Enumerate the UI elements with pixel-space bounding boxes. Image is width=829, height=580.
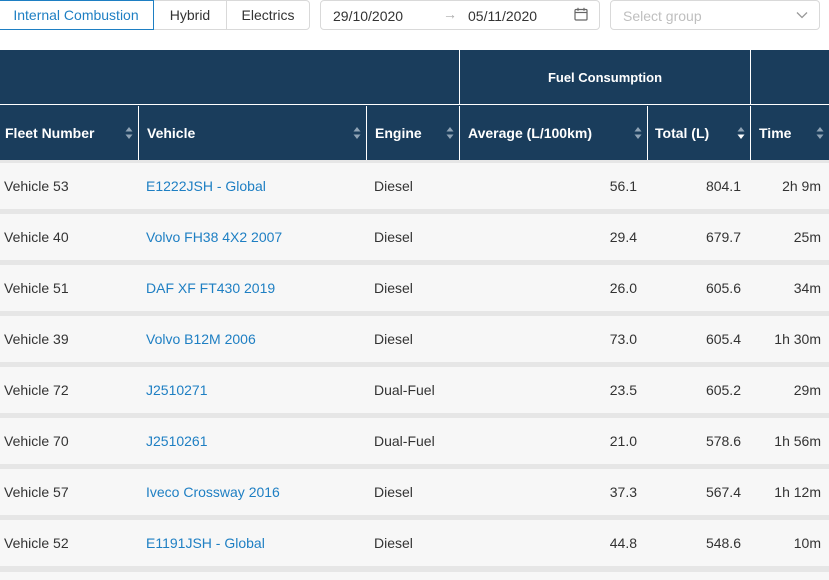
total-cell: 548.6 (705, 535, 741, 551)
chevron-down-icon (796, 12, 808, 19)
time-cell: 34m (793, 280, 821, 296)
sort-icon[interactable] (816, 125, 824, 141)
total-cell: 679.7 (705, 229, 741, 245)
table-row-partial (0, 572, 829, 580)
column-header-label: Fleet Number (5, 125, 95, 141)
column-header-label: Vehicle (147, 125, 196, 141)
total-cell: 804.1 (705, 178, 741, 194)
column-header-vehicle[interactable]: Vehicle (139, 106, 367, 160)
end-date-input[interactable]: 05/11/2020 (468, 8, 537, 24)
table-row[interactable]: Vehicle 70 J2510261 Dual-Fuel 21.0 578.6… (0, 418, 829, 464)
engine-cell: Dual-Fuel (374, 433, 435, 449)
column-header-average[interactable]: Average (L/100km) (460, 106, 648, 160)
group-select[interactable]: Select group (610, 0, 820, 30)
vehicle-link[interactable]: J2510261 (146, 418, 208, 464)
start-date-input[interactable]: 29/10/2020 (333, 8, 403, 24)
time-cell: 1h 56m (774, 433, 821, 449)
sort-icon[interactable] (634, 125, 642, 141)
sort-icon[interactable] (125, 125, 133, 141)
time-cell: 1h 12m (774, 484, 821, 500)
group-header-blank (0, 50, 460, 105)
group-header-label: Fuel Consumption (547, 69, 663, 85)
tab-internal-combustion[interactable]: Internal Combustion (0, 0, 154, 30)
table-row[interactable]: Vehicle 39 Volvo B12M 2006 Diesel 73.0 6… (0, 316, 829, 362)
average-cell: 26.0 (609, 280, 637, 296)
column-header-label: Average (L/100km) (468, 125, 592, 141)
average-cell: 23.5 (609, 382, 637, 398)
table-row[interactable]: Vehicle 53 E1222JSH - Global Diesel 56.1… (0, 163, 829, 209)
tab-internal-combustion-label: Internal Combustion (13, 7, 139, 23)
average-cell: 73.0 (609, 331, 637, 347)
tab-hybrid-label: Hybrid (169, 7, 211, 23)
total-cell: 605.2 (705, 382, 741, 398)
fleet-number-cell: Vehicle 40 (4, 229, 69, 245)
vehicle-link[interactable]: Volvo B12M 2006 (146, 316, 256, 362)
tab-electrics-label: Electrics (241, 7, 295, 23)
engine-cell: Diesel (374, 280, 413, 296)
sort-icon[interactable] (446, 125, 454, 141)
time-cell: 2h 9m (782, 178, 821, 194)
table-row[interactable]: Vehicle 40 Volvo FH38 4X2 2007 Diesel 29… (0, 214, 829, 260)
column-header-time[interactable]: Time (751, 106, 829, 160)
table-row[interactable]: Vehicle 57 Iveco Crossway 2016 Diesel 37… (0, 469, 829, 515)
column-header-engine[interactable]: Engine (367, 106, 460, 160)
vehicle-link[interactable]: Volvo FH38 4X2 2007 (146, 214, 282, 260)
table-row[interactable]: Vehicle 52 E1191JSH - Global Diesel 44.8… (0, 520, 829, 566)
total-cell: 567.4 (705, 484, 741, 500)
fleet-number-cell: Vehicle 70 (4, 433, 69, 449)
group-select-placeholder: Select group (623, 8, 702, 24)
tab-hybrid[interactable]: Hybrid (153, 0, 227, 30)
engine-cell: Diesel (374, 535, 413, 551)
column-header-total[interactable]: Total (L) (648, 106, 751, 160)
engine-cell: Diesel (374, 229, 413, 245)
fleet-number-cell: Vehicle 72 (4, 382, 69, 398)
column-header-fleet-number[interactable]: Fleet Number (0, 106, 139, 160)
time-cell: 29m (793, 382, 821, 398)
group-header-blank-right (751, 50, 829, 105)
fleet-number-cell: Vehicle 53 (4, 178, 69, 194)
time-cell: 10m (793, 535, 821, 551)
sort-descending-icon[interactable] (737, 125, 745, 141)
engine-cell: Diesel (374, 484, 413, 500)
average-cell: 56.1 (609, 178, 637, 194)
date-range-picker[interactable]: 29/10/2020 → 05/11/2020 (320, 0, 600, 30)
column-header-label: Total (L) (655, 125, 710, 141)
table-row[interactable]: Vehicle 72 J2510271 Dual-Fuel 23.5 605.2… (0, 367, 829, 413)
total-cell: 605.4 (705, 331, 741, 347)
column-header-label: Time (759, 125, 792, 141)
total-cell: 578.6 (705, 433, 741, 449)
tab-electrics[interactable]: Electrics (226, 0, 310, 30)
time-cell: 1h 30m (774, 331, 821, 347)
engine-cell: Dual-Fuel (374, 382, 435, 398)
group-header-fuel-consumption: Fuel Consumption (460, 50, 751, 105)
fleet-number-cell: Vehicle 57 (4, 484, 69, 500)
fleet-number-cell: Vehicle 51 (4, 280, 69, 296)
calendar-icon[interactable] (574, 7, 588, 21)
engine-cell: Diesel (374, 178, 413, 194)
table-row[interactable]: Vehicle 51 DAF XF FT430 2019 Diesel 26.0… (0, 265, 829, 311)
sort-icon[interactable] (353, 125, 361, 141)
engine-cell: Diesel (374, 331, 413, 347)
fleet-number-cell: Vehicle 52 (4, 535, 69, 551)
fleet-number-cell: Vehicle 39 (4, 331, 69, 347)
average-cell: 37.3 (609, 484, 637, 500)
range-arrow-icon: → (443, 6, 457, 22)
vehicle-link[interactable]: Iveco Crossway 2016 (146, 469, 280, 515)
total-cell: 605.6 (705, 280, 741, 296)
vehicle-link[interactable]: E1191JSH - Global (146, 520, 265, 566)
time-cell: 25m (793, 229, 821, 245)
average-cell: 21.0 (609, 433, 637, 449)
vehicle-link[interactable]: DAF XF FT430 2019 (146, 265, 275, 311)
average-cell: 29.4 (609, 229, 637, 245)
average-cell: 44.8 (609, 535, 637, 551)
vehicle-link[interactable]: E1222JSH - Global (146, 163, 266, 209)
vehicle-link[interactable]: J2510271 (146, 367, 208, 413)
table-header: Fuel Consumption Fleet Number Vehicle En… (0, 50, 829, 160)
column-header-label: Engine (375, 125, 422, 141)
